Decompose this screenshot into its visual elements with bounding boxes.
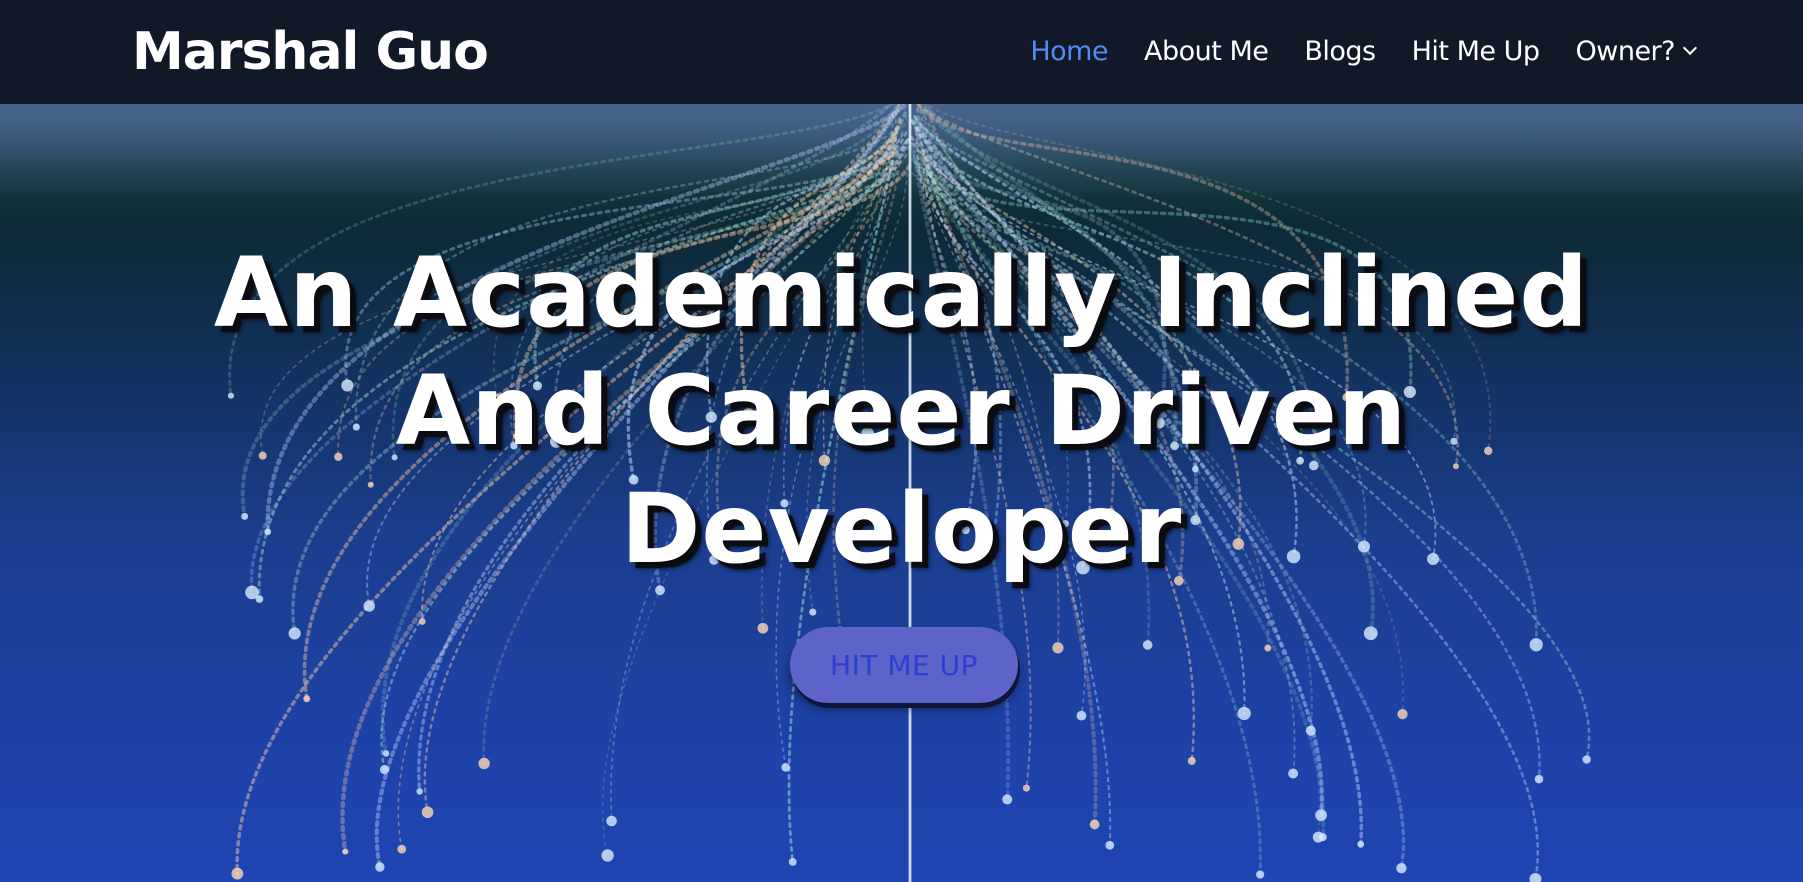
nav-owner-dropdown[interactable]: Owner? (1575, 35, 1698, 67)
nav-home[interactable]: Home (1030, 36, 1108, 67)
nav-blogs[interactable]: Blogs (1304, 36, 1376, 67)
nav-owner-label: Owner? (1575, 35, 1676, 67)
hero-section: An Academically Inclined And Career Driv… (0, 104, 1803, 882)
hero-title-line: Developer (620, 473, 1183, 585)
hero-title-line: An Academically Inclined (213, 237, 1590, 349)
hero-title-line: And Career Driven (395, 355, 1408, 467)
navbar: Marshal Guo Home About Me Blogs Hit Me U… (0, 0, 1803, 104)
brand-logo[interactable]: Marshal Guo (132, 18, 489, 86)
hero-title: An Academically Inclined And Career Driv… (0, 234, 1803, 588)
page: Marshal Guo Home About Me Blogs Hit Me U… (0, 0, 1803, 882)
nav-hit-me-up[interactable]: Hit Me Up (1412, 36, 1540, 67)
nav-about-me[interactable]: About Me (1144, 36, 1269, 67)
chevron-down-icon (1682, 40, 1698, 56)
hit-me-up-button[interactable]: HIT ME UP (790, 627, 1018, 703)
main-nav: Home About Me Blogs Hit Me Up Owner? (1030, 30, 1698, 72)
